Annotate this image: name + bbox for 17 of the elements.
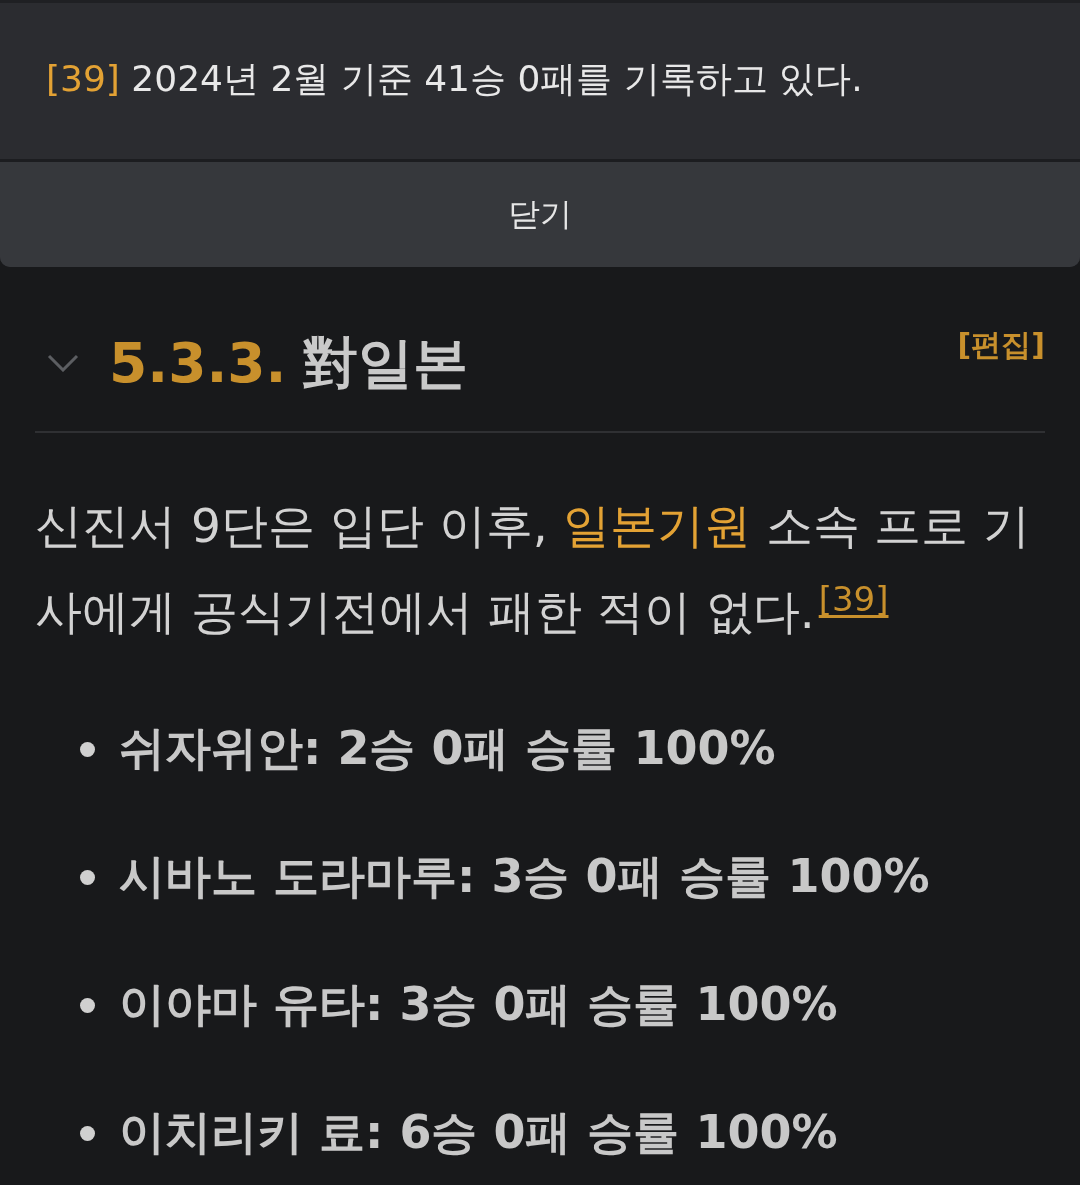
footnote-text: [39] 2024년 2월 기준 41승 0패를 기록하고 있다. — [46, 57, 863, 101]
bullet-icon — [80, 741, 95, 757]
edit-link[interactable]: [편집] — [957, 325, 1045, 366]
footnote-link[interactable]: [39] — [818, 579, 889, 619]
footnote-ref-link[interactable]: [39] — [46, 58, 120, 100]
close-button[interactable]: 닫기 — [0, 162, 1080, 267]
bullet-icon — [80, 869, 95, 885]
list-item-text: 시바노 도라마루: 3승 0패 승률 100% — [119, 848, 930, 905]
bullet-icon — [80, 1125, 95, 1141]
inline-link[interactable]: 일본기원 — [562, 498, 751, 553]
section-heading: 5.3.3. 對일본 — [109, 330, 468, 397]
list-item-text: 쉬자위안: 2승 0패 승률 100% — [119, 720, 776, 777]
paragraph-text: 신진서 9단은 입단 이후, 일본기원 소속 프로 기사에게 공식기전에서 패한 적이 없다.$^{[39]}$ — [35, 497, 1032, 641]
list-item-text: 이야마 유타: 3승 0패 승률 100% — [119, 976, 838, 1033]
bullet-icon — [80, 997, 95, 1013]
chevron-icon[interactable] — [47, 354, 79, 372]
list-item-text: 이치리키 료: 6승 0패 승률 100% — [119, 1104, 838, 1161]
